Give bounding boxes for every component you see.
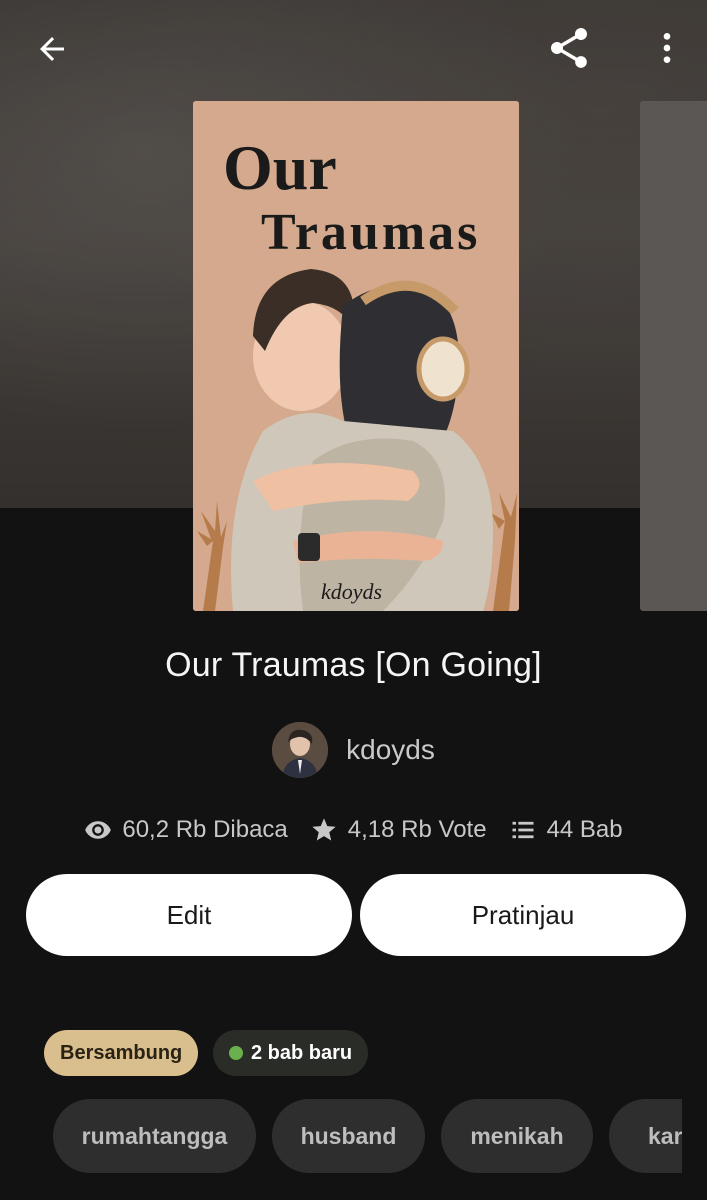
new-chapters-label: 2 bab baru (251, 1041, 353, 1064)
author-row[interactable]: kdoyds (0, 720, 707, 780)
book-title: Our Traumas [On Going] (165, 646, 542, 684)
tag-kar[interactable]: kar (609, 1099, 682, 1173)
tag-rumahtangga[interactable]: rumahtangga (53, 1099, 256, 1173)
reads-stat: 60,2 Rb Dibaca (84, 816, 288, 844)
next-cover-preview[interactable] (640, 101, 707, 611)
share-button[interactable] (541, 20, 597, 76)
cover-signature: kdoyds (321, 579, 382, 604)
arrow-left-icon (40, 37, 64, 61)
cover-title-line1: Our (223, 132, 337, 203)
new-indicator-dot (229, 1046, 243, 1060)
avatar-image (272, 722, 329, 778)
reads-count: 60,2 Rb Dibaca (122, 816, 288, 843)
more-options-button[interactable] (639, 20, 695, 76)
stats-row: 60,2 Rb Dibaca 4,18 Rb Vote 44 Bab (0, 810, 707, 850)
votes-count: 4,18 Rb Vote (347, 816, 487, 843)
share-icon (551, 28, 587, 68)
cover-illustration: Our Traumas kdoyds (193, 101, 519, 611)
author-name[interactable]: kdoyds (346, 734, 435, 766)
eye-icon (85, 821, 112, 839)
more-vertical-icon (663, 33, 671, 63)
preview-button[interactable]: Pratinjau (360, 874, 686, 956)
avatar[interactable] (272, 722, 329, 778)
top-bar (0, 0, 707, 100)
edit-button[interactable]: Edit (26, 874, 352, 956)
list-icon (512, 821, 534, 839)
star-icon (312, 818, 336, 841)
tags-row[interactable]: rumahtangga husband menikah kar (0, 1099, 682, 1175)
status-badge: Bersambung (44, 1030, 199, 1076)
back-button[interactable] (24, 21, 80, 77)
tag-menikah[interactable]: menikah (441, 1099, 593, 1173)
tag-husband[interactable]: husband (272, 1099, 425, 1173)
chapters-stat: 44 Bab (509, 816, 623, 844)
chapters-count: 44 Bab (546, 816, 623, 843)
cover-title-line2: Traumas (261, 204, 480, 261)
new-chapters-badge: 2 bab baru (213, 1030, 369, 1076)
status-badge-label: Bersambung (60, 1041, 183, 1064)
book-cover[interactable]: Our Traumas kdoyds (193, 101, 519, 611)
votes-stat: 4,18 Rb Vote (310, 816, 487, 844)
